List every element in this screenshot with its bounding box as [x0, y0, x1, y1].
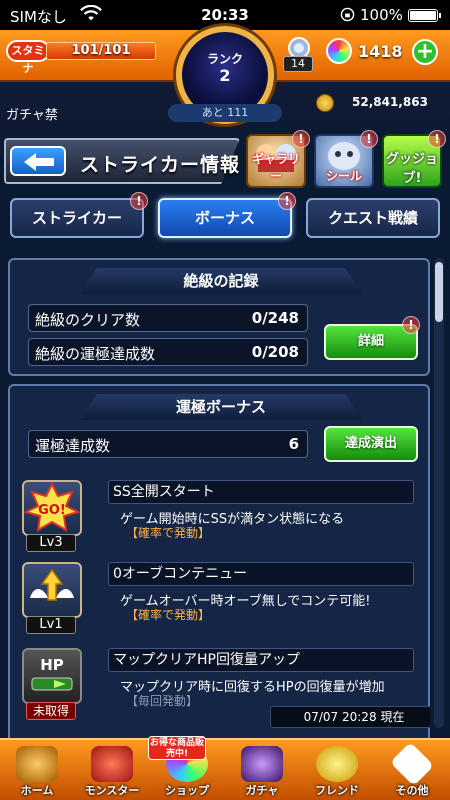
gacha-icon — [241, 746, 283, 782]
title-row: ストライカー情報 ギャラリー ! シール ! グッジョブ! ! — [0, 130, 450, 190]
back-button[interactable] — [10, 146, 66, 176]
nav-shop-label: ショップ — [165, 784, 209, 797]
gallery-label: ギャラリー — [251, 152, 300, 183]
zero-orb-name: 0オーブコンテニュー — [108, 562, 414, 586]
luck-bonus-panel: 運極ボーナス 運極達成数 6 達成演出 GO! Lv3 SS全開スタート ゲーム… — [8, 384, 430, 740]
bottom-nav: ホーム モンスター ショップ ガチャ フレンド その他 — [0, 738, 450, 800]
back-arrow-icon — [24, 153, 54, 171]
extreme-luck-row: 絶級の運極達成数 0/208 — [28, 338, 308, 366]
tab-bar: ストライカー ! ボーナス ! クエスト戦績 — [0, 192, 450, 244]
nav-gacha-label: ガチャ — [245, 784, 279, 797]
extreme-luck-value: 0/208 — [251, 343, 299, 361]
ss-start-name: SS全開スタート — [108, 480, 414, 504]
achievement-show-button[interactable]: 達成演出 — [324, 426, 418, 462]
rotation-lock-icon — [340, 7, 355, 22]
tab-bonus-notice-badge: ! — [278, 192, 296, 210]
luck-count-value: 6 — [288, 435, 299, 453]
page-title: ストライカー情報 — [80, 154, 241, 176]
gallery-notice-badge: ! — [292, 130, 310, 148]
bonus-item-zero-orb-continue[interactable]: Lv1 0オーブコンテニュー ゲームオーバー時オーブ無しでコンテ可能! 【確率で… — [22, 562, 418, 638]
tab-striker-notice-badge: ! — [130, 192, 148, 210]
hp-gauge-icon: HP — [22, 648, 82, 704]
extreme-record-heading: 絶級の記録 — [80, 268, 362, 294]
luck-count-label: 運極達成数 — [35, 437, 111, 455]
detail-notice-badge: ! — [402, 316, 420, 334]
stamina-value: 101/101 — [71, 43, 131, 58]
tab-bonus[interactable]: ボーナス — [158, 198, 292, 238]
hp-icon-text: HP — [40, 656, 64, 674]
nav-monster-label: モンスター — [84, 784, 140, 797]
zero-orb-level: Lv1 — [26, 616, 76, 634]
ss-start-level: Lv3 — [26, 534, 76, 552]
luck-count-row: 運極達成数 6 — [28, 430, 308, 458]
seal-label: シール — [325, 169, 362, 183]
goodjob-notice-badge: ! — [428, 130, 446, 148]
scrollbar[interactable] — [434, 258, 444, 728]
nav-friend-label: フレンド — [315, 784, 359, 797]
battery-icon — [408, 9, 441, 22]
luck-bonus-heading: 運極ボーナス — [80, 394, 362, 420]
ss-start-icon: GO! — [22, 480, 82, 536]
shop-deal-tag: お得な商品販売中! — [148, 736, 206, 760]
other-icon — [389, 741, 435, 787]
nav-home[interactable]: ホーム — [0, 742, 74, 800]
stamina-label: スタミナ — [6, 40, 50, 75]
gallery-button[interactable]: ギャラリー ! — [246, 130, 310, 188]
nav-other[interactable]: その他 — [375, 741, 449, 800]
bonus-content[interactable]: 絶級の記録 絶級のクリア数 0/248 絶級の運極達成数 0/208 詳細 ! … — [8, 250, 430, 740]
nav-monster[interactable]: モンスター — [75, 742, 149, 800]
map-hp-level: 未取得 — [26, 702, 76, 720]
home-icon — [16, 746, 58, 782]
extreme-clear-value: 0/248 — [251, 309, 299, 327]
bonus-item-ss-start[interactable]: GO! Lv3 SS全開スタート ゲーム開始時にSSが満タン状態になる 【確率で… — [22, 480, 418, 556]
goodjob-label: グッジョブ! — [385, 152, 438, 186]
extreme-record-panel: 絶級の記録 絶級のクリア数 0/248 絶級の運極達成数 0/208 詳細 ! — [8, 258, 430, 376]
top-hud: スタミナ 101/101 ランク 2 あと 111 14 1418 + ガチャ禁… — [0, 26, 450, 130]
scrollbar-thumb[interactable] — [435, 262, 443, 322]
extreme-clear-label: 絶級のクリア数 — [35, 311, 141, 329]
orb-count: 1418 — [358, 42, 403, 61]
rank-label: ランク — [206, 52, 243, 66]
map-hp-trigger: 【毎回発動】 — [126, 694, 199, 708]
monster-icon — [91, 746, 133, 782]
rank-value: 2 — [219, 66, 231, 85]
coin-count: 52,841,863 — [352, 95, 428, 109]
map-hp-name: マップクリアHP回復量アップ — [108, 648, 414, 672]
tab-quest-record[interactable]: クエスト戦績 — [306, 198, 440, 238]
nav-other-label: その他 — [395, 784, 429, 797]
coin-icon — [316, 94, 334, 112]
ss-start-trigger: 【確率で発動】 — [126, 526, 211, 540]
gacha-ban-label: ガチャ禁 — [6, 108, 58, 123]
data-timestamp: 07/07 20:28 現在 — [270, 706, 430, 728]
extreme-luck-label: 絶級の運極達成数 — [35, 345, 156, 363]
seal-notice-badge: ! — [360, 130, 378, 148]
ss-start-icon-text: GO! — [38, 503, 66, 518]
orb-stock-count: 14 — [283, 56, 313, 72]
seal-button[interactable]: シール ! — [314, 130, 378, 188]
rank-next-exp: あと 111 — [168, 104, 282, 122]
zero-orb-trigger: 【確率で発動】 — [126, 608, 211, 622]
orb-gem-icon — [326, 38, 352, 64]
add-orb-button[interactable]: + — [412, 39, 438, 65]
battery-percent: 100% — [360, 6, 403, 24]
nav-home-label: ホーム — [20, 784, 54, 797]
tab-striker[interactable]: ストライカー — [10, 198, 144, 238]
extreme-clear-row: 絶級のクリア数 0/248 — [28, 304, 308, 332]
nav-gacha[interactable]: ガチャ — [225, 742, 299, 800]
goodjob-button[interactable]: グッジョブ! ! — [382, 130, 446, 188]
winged-arrow-icon — [22, 562, 82, 618]
friend-icon — [316, 746, 358, 782]
nav-friend[interactable]: フレンド — [300, 742, 374, 800]
